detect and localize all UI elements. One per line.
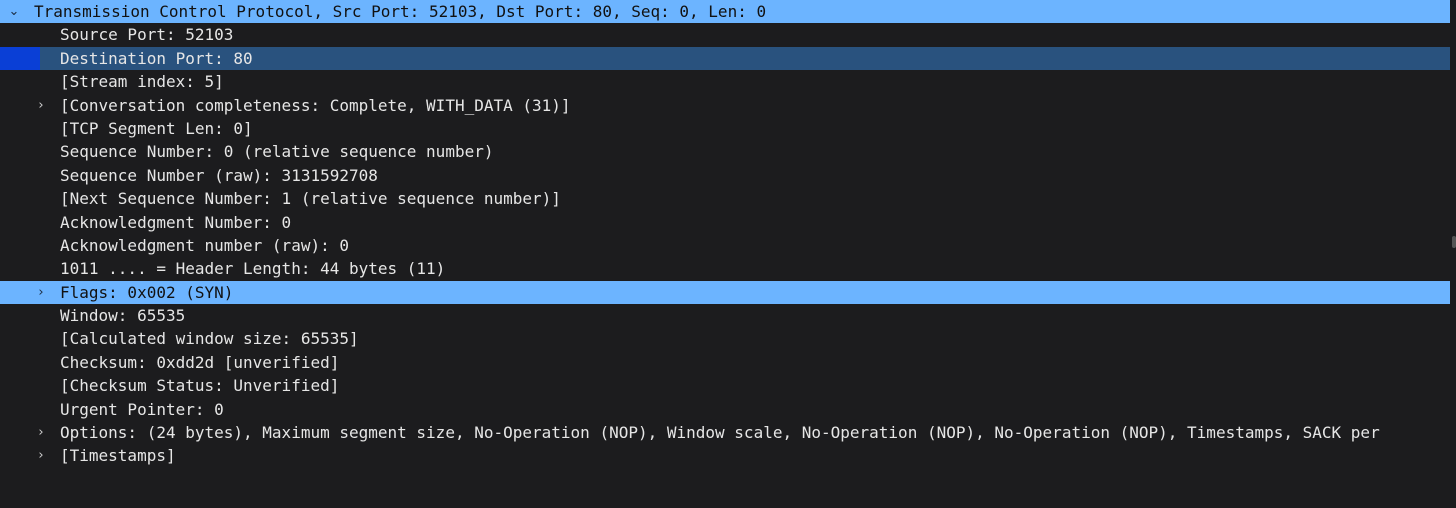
tree-row-label: Acknowledgment Number: 0 <box>60 212 292 232</box>
tree-row-label: Sequence Number: 0 (relative sequence nu… <box>60 142 494 162</box>
tree-row-label: Acknowledgment number (raw): 0 <box>60 235 349 255</box>
tree-row-next-sequence-number[interactable]: [Next Sequence Number: 1 (relative seque… <box>0 187 1456 210</box>
tree-row-flags[interactable]: › Flags: 0x002 (SYN) <box>0 280 1450 305</box>
tree-row-sequence-number-raw[interactable]: Sequence Number (raw): 3131592708 <box>0 164 1456 187</box>
tree-row-timestamps[interactable]: › [Timestamps] <box>0 444 1456 467</box>
tree-row-calculated-window-size[interactable]: [Calculated window size: 65535] <box>0 327 1456 350</box>
tree-row-tcp-segment-len[interactable]: [TCP Segment Len: 0] <box>0 117 1456 140</box>
tree-row-window[interactable]: Window: 65535 <box>0 304 1456 327</box>
tree-row-label: Destination Port: 80 <box>60 48 253 68</box>
tree-row-acknowledgment-number[interactable]: Acknowledgment Number: 0 <box>0 211 1456 234</box>
tree-row-tcp[interactable]: ⌄ Transmission Control Protocol, Src Por… <box>0 0 1450 24</box>
tree-row-label: Checksum: 0xdd2d [unverified] <box>60 352 340 372</box>
tree-row-stream-index[interactable]: [Stream index: 5] <box>0 70 1456 93</box>
tree-row-destination-port[interactable]: Destination Port: 80 <box>0 46 1450 71</box>
tree-row-conversation-completeness[interactable]: › [Conversation completeness: Complete, … <box>0 94 1456 117</box>
tree-row-label: [Checksum Status: Unverified] <box>60 376 340 396</box>
tree-row-label: Options: (24 bytes), Maximum segment siz… <box>60 423 1380 443</box>
chevron-down-icon[interactable]: ⌄ <box>6 0 22 23</box>
tree-row-label: Sequence Number (raw): 3131592708 <box>60 165 378 185</box>
packet-details-tree: ⌄ Transmission Control Protocol, Src Por… <box>0 0 1456 468</box>
chevron-right-icon[interactable]: › <box>33 94 49 117</box>
tree-row-label: 1011 .... = Header Length: 44 bytes (11) <box>60 259 446 279</box>
chevron-right-icon[interactable]: › <box>33 281 49 304</box>
tree-row-label: [TCP Segment Len: 0] <box>60 118 253 138</box>
tree-row-label: Transmission Control Protocol, Src Port:… <box>34 2 767 21</box>
tree-row-label: Flags: 0x002 (SYN) <box>60 282 234 302</box>
tree-row-header-length[interactable]: 1011 .... = Header Length: 44 bytes (11) <box>0 257 1456 280</box>
tree-row-label: [Timestamps] <box>60 446 176 466</box>
chevron-right-icon[interactable]: › <box>33 421 49 444</box>
focus-marker <box>0 46 40 71</box>
tree-row-label: [Calculated window size: 65535] <box>60 329 359 349</box>
tree-row-sequence-number[interactable]: Sequence Number: 0 (relative sequence nu… <box>0 140 1456 163</box>
tree-row-source-port[interactable]: Source Port: 52103 <box>0 23 1456 46</box>
tree-row-checksum[interactable]: Checksum: 0xdd2d [unverified] <box>0 351 1456 374</box>
scrollbar-indicator[interactable] <box>1452 236 1456 248</box>
tree-row-label: [Next Sequence Number: 1 (relative seque… <box>60 189 561 209</box>
chevron-right-icon[interactable]: › <box>33 444 49 467</box>
tree-row-label: [Stream index: 5] <box>60 72 224 92</box>
tree-row-label: [Conversation completeness: Complete, WI… <box>60 95 571 115</box>
tree-row-options[interactable]: › Options: (24 bytes), Maximum segment s… <box>0 421 1456 444</box>
tree-row-label: Source Port: 52103 <box>60 25 234 45</box>
tree-row-checksum-status[interactable]: [Checksum Status: Unverified] <box>0 374 1456 397</box>
tree-row-label: Urgent Pointer: 0 <box>60 399 224 419</box>
tree-row-label: Window: 65535 <box>60 306 186 326</box>
tree-row-urgent-pointer[interactable]: Urgent Pointer: 0 <box>0 398 1456 421</box>
tree-row-acknowledgment-number-raw[interactable]: Acknowledgment number (raw): 0 <box>0 234 1456 257</box>
